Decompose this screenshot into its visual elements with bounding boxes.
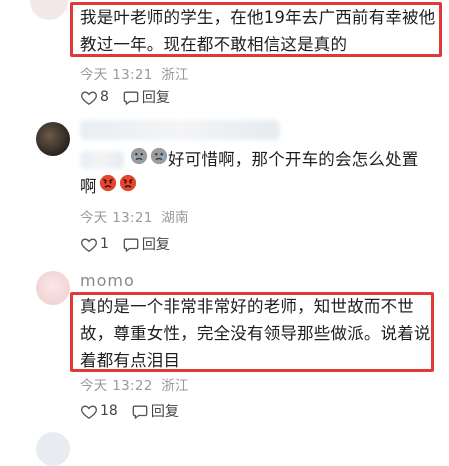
comment-text-line: 着都有点泪目 — [80, 351, 181, 370]
angry-face-emoji — [99, 173, 117, 200]
comment-meta: 今天 13:21 湖南 — [80, 206, 189, 226]
speech-bubble-icon — [123, 90, 139, 105]
like-button[interactable]: 18 — [81, 403, 118, 419]
mention-blurred — [80, 150, 124, 169]
comment-time: 今天 13:21 — [80, 210, 153, 226]
comment-text-line: 好可惜啊，那个开车的会怎么处置 — [80, 146, 440, 173]
comment-meta: 今天 13:22 浙江 — [80, 374, 189, 394]
comment-location: 湖南 — [161, 210, 189, 226]
like-button[interactable]: 8 — [81, 89, 109, 105]
like-button[interactable]: 1 — [81, 236, 109, 252]
comment-meta: 今天 13:21 浙江 — [80, 63, 189, 83]
comment-text-line: 真的是一个非常非常好的老师，知世故而不世 — [80, 297, 414, 316]
reply-label: 回复 — [141, 237, 170, 253]
speech-bubble-icon — [132, 404, 148, 419]
like-count: 1 — [100, 236, 109, 252]
comment-actions: 1 回复 — [81, 234, 184, 254]
comment-text-line: 教过一年。现在都不敢相信这是真的 — [80, 35, 348, 54]
avatar[interactable] — [36, 432, 70, 466]
comment-text: 我是叶老师的学生，在他19年去广西前有幸被他 教过一年。现在都不敢相信这是真的 — [80, 4, 440, 58]
comment-actions: 8 回复 — [81, 87, 184, 107]
comment-location: 浙江 — [161, 378, 189, 394]
reply-button[interactable]: 回复 — [123, 234, 170, 254]
heart-outline-icon — [81, 90, 97, 105]
crying-face-emoji — [130, 146, 148, 173]
comment-time: 今天 13:22 — [80, 378, 153, 394]
comment-location: 浙江 — [161, 67, 189, 83]
comment-text-line: 故，尊重女性，完全没有领导那些做派。说着说 — [80, 324, 431, 343]
username-blurred — [80, 120, 280, 140]
comment-text-second: 啊 — [80, 177, 97, 196]
comment-text-line: 我是叶老师的学生，在他19年去广西前有幸被他 — [80, 8, 436, 27]
like-count: 18 — [100, 403, 118, 419]
avatar[interactable] — [30, 0, 68, 20]
reply-label: 回复 — [150, 404, 179, 420]
username[interactable]: momo — [80, 271, 135, 290]
avatar[interactable] — [36, 122, 70, 156]
heart-outline-icon — [81, 404, 97, 419]
avatar[interactable] — [36, 271, 70, 305]
comment-text-main: 好可惜啊，那个开车的会怎么处置 — [168, 150, 419, 169]
comment-text: 好可惜啊，那个开车的会怎么处置 啊 — [80, 146, 440, 200]
reply-button[interactable]: 回复 — [123, 87, 170, 107]
comment-text-line: 啊 — [80, 173, 440, 200]
angry-face-emoji — [119, 173, 137, 200]
comment-text: 真的是一个非常非常好的老师，知世故而不世 故，尊重女性，完全没有领导那些做派。说… — [80, 293, 432, 374]
crying-face-emoji — [150, 146, 168, 173]
reply-button[interactable]: 回复 — [132, 401, 179, 421]
speech-bubble-icon — [123, 237, 139, 252]
heart-outline-icon — [81, 237, 97, 252]
like-count: 8 — [100, 89, 109, 105]
comment-actions: 18 回复 — [81, 401, 193, 421]
comment-time: 今天 13:21 — [80, 67, 153, 83]
reply-label: 回复 — [141, 90, 170, 106]
